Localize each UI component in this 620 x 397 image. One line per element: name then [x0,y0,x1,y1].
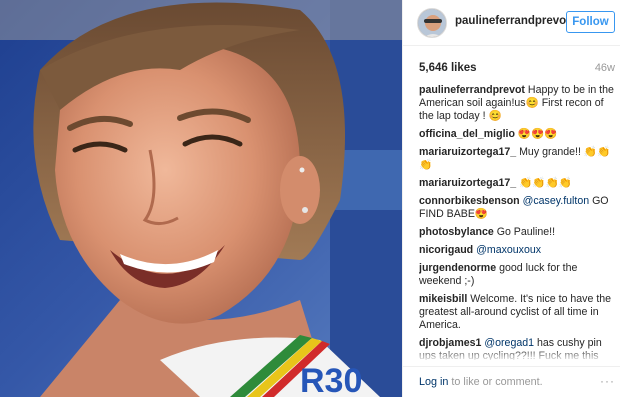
post-side-panel: paulineferrandprevot Follow 5,646 likes … [402,0,620,397]
comment-item: connorbikesbenson @casey.fulton GO FIND … [419,195,615,221]
comment-text: 👏👏👏👏 [519,177,572,189]
comment-item: mariaruizortega17_ 👏👏👏👏 [419,177,615,190]
comment-item: mikeisbill Welcome. It's nice to have th… [419,293,615,332]
comment-username[interactable]: connorbikesbenson [419,195,520,207]
comment-item: nicorigaud @maxouxoux [419,244,615,257]
comment-username[interactable]: photosbylance [419,226,494,238]
post-username[interactable]: paulineferrandprevot [455,15,570,27]
comment-username[interactable]: officina_del_miglio [419,128,515,140]
post-header: paulineferrandprevot Follow [403,0,620,46]
post-photo[interactable]: R30 [0,0,402,397]
comment-username[interactable]: paulineferrandprevot [419,84,525,96]
more-options-icon[interactable]: ··· [600,374,615,388]
comment-item: paulineferrandprevot Happy to be in the … [419,84,615,123]
comment-text: 😍😍😍 [517,128,558,140]
login-prompt: Log in to like or comment. [419,376,543,388]
comment-username[interactable]: mikeisbill [419,293,467,305]
comments-list: paulineferrandprevot Happy to be in the … [419,84,615,360]
comment-item: jurgendenorme good luck for the weekend … [419,262,615,288]
login-link[interactable]: Log in [419,376,448,388]
comment-text: Go Pauline!! [496,226,556,238]
comment-item: officina_del_miglio 😍😍😍 [419,128,615,141]
follow-button[interactable]: Follow [566,11,615,33]
comment-username[interactable]: nicorigaud [419,244,473,256]
jersey-text: R30 [300,362,362,397]
comment-mention-link[interactable]: @casey.fulton [523,195,590,207]
comment-mention-link[interactable]: @maxouxoux [476,244,541,256]
avatar[interactable] [417,8,447,38]
avatar-image-icon [418,9,446,37]
likes-count[interactable]: 5,646 likes [419,62,477,74]
comment-username[interactable]: mariaruizortega17_ [419,177,516,189]
comment-item: mariaruizortega17_ Muy grande!! 👏👏👏 [419,146,615,172]
comment-username[interactable]: jurgendenorme [419,262,496,274]
comment-item: photosbylance Go Pauline!! [419,226,615,239]
login-prompt-text: to like or comment. [448,376,543,388]
comment-username[interactable]: mariaruizortega17_ [419,146,516,158]
portrait-photo-image: R30 [0,0,402,397]
post-footer: Log in to like or comment. ··· [403,366,620,397]
post-age[interactable]: 46w [595,62,615,74]
post-stats: 5,646 likes 46w [419,62,615,78]
comments-fade [419,348,615,362]
